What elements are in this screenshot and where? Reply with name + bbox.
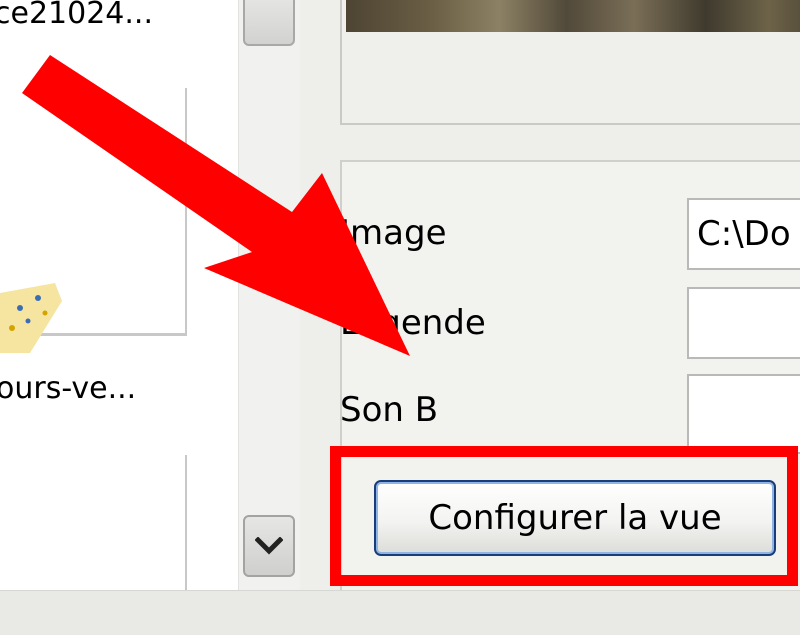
sound-input[interactable] <box>687 374 800 454</box>
thumbnail-card[interactable] <box>0 455 187 605</box>
bottom-strip <box>0 590 800 635</box>
scrollbar-thumb[interactable] <box>243 0 295 46</box>
thumbnail-image <box>0 283 62 353</box>
thumbnail-list: ce21024... ours-ve... <box>0 0 238 605</box>
image-field-label: Image <box>340 213 447 253</box>
preview-frame <box>340 0 800 125</box>
thumbnail-label[interactable]: ce21024... <box>0 0 153 31</box>
vertical-scrollbar[interactable] <box>238 0 301 590</box>
caption-field-label: Légende <box>340 303 486 343</box>
sound-field-label: Son B <box>340 390 439 430</box>
thumbnail-label[interactable]: ours-ve... <box>0 371 136 406</box>
thumbnail-card[interactable] <box>0 88 187 353</box>
image-path-input[interactable]: C:\Do <box>687 198 800 270</box>
preview-image <box>346 0 800 32</box>
highlight-annotation <box>330 446 798 586</box>
scroll-down-button[interactable] <box>243 515 295 577</box>
chevron-down-icon <box>255 537 283 555</box>
caption-input[interactable] <box>687 287 800 359</box>
